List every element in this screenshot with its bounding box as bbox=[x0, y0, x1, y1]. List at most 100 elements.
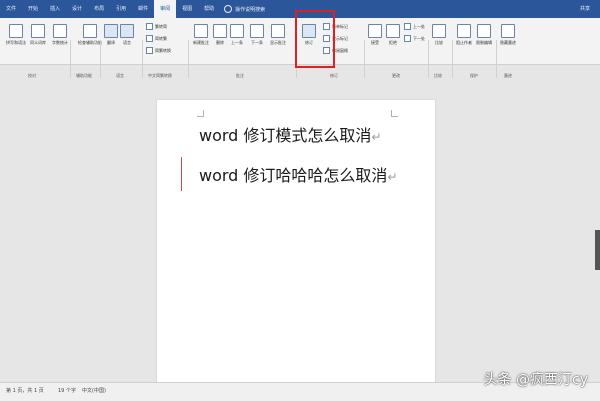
word-count[interactable]: 19 个字 bbox=[58, 387, 76, 394]
restrict-editing-button[interactable]: 限制编辑 bbox=[476, 24, 492, 45]
tell-me-label: 操作说明搜索 bbox=[235, 6, 266, 13]
next-change-icon bbox=[404, 35, 411, 42]
document-line-text: word 修订哈哈哈怎么取消 bbox=[199, 166, 388, 185]
tab-insert[interactable]: 插入 bbox=[44, 0, 66, 18]
compare-label: 比较 bbox=[435, 40, 443, 45]
block-authors-label: 阻止作者 bbox=[456, 40, 472, 45]
divider bbox=[142, 40, 143, 78]
language-button[interactable]: 语言 bbox=[120, 24, 134, 45]
group-compare: 比较 bbox=[434, 73, 442, 78]
reject-button[interactable]: 拒绝 bbox=[386, 24, 400, 45]
thesaurus-button[interactable]: 同义词库 bbox=[30, 24, 46, 45]
word-count-icon bbox=[53, 24, 67, 38]
trad-to-simp-button[interactable]: 简转繁 bbox=[146, 35, 167, 42]
reject-icon bbox=[386, 24, 400, 38]
previous-change-icon bbox=[404, 23, 411, 30]
new-comment-label: 新建批注 bbox=[193, 40, 209, 45]
paragraph-mark: ↵ bbox=[371, 130, 382, 144]
next-icon bbox=[250, 24, 264, 38]
tab-help[interactable]: 帮助 bbox=[198, 0, 220, 18]
next-change-button[interactable]: 下一处 bbox=[404, 35, 425, 42]
share-button[interactable]: 共享 bbox=[580, 0, 590, 18]
document-page[interactable]: word 修订模式怎么取消↵ word 修订哈哈哈怎么取消↵ bbox=[157, 100, 435, 390]
group-chinese-conversion: 中文简繁转换 bbox=[148, 73, 172, 78]
tab-review[interactable]: 审阅 bbox=[154, 0, 177, 18]
group-accessibility: 辅助功能 bbox=[76, 73, 92, 78]
document-line: word 修订模式怎么取消↵ bbox=[199, 122, 381, 146]
translate-icon bbox=[104, 24, 118, 38]
group-ink: 墨迹 bbox=[504, 73, 512, 78]
conversion-label: 简繁转换 bbox=[155, 47, 171, 53]
next-label: 下一条 bbox=[251, 40, 263, 45]
ribbon-tabs: 文件 开始 插入 设计 布局 引用 邮件 审阅 视图 帮助 操作说明搜索 bbox=[0, 0, 265, 18]
tab-layout[interactable]: 布局 bbox=[88, 0, 110, 18]
simp-to-trad-button[interactable]: 繁转简 bbox=[146, 23, 167, 30]
spelling-button[interactable]: 拼写和语法 bbox=[6, 24, 26, 45]
previous-icon bbox=[230, 24, 244, 38]
paragraph-mark: ↵ bbox=[387, 170, 398, 184]
hide-ink-label: 隐藏墨迹 bbox=[500, 40, 516, 45]
tab-mailings[interactable]: 邮件 bbox=[132, 0, 154, 18]
check-accessibility-button[interactable]: 检查辅助功能 bbox=[78, 24, 102, 45]
lightbulb-icon bbox=[224, 5, 233, 13]
compare-button[interactable]: 比较 bbox=[432, 24, 446, 45]
conversion-icon bbox=[146, 35, 153, 42]
divider bbox=[452, 40, 453, 78]
new-comment-button[interactable]: 新建批注 bbox=[193, 24, 209, 45]
conversion-button[interactable]: 简繁转换 bbox=[146, 47, 171, 54]
tab-home[interactable]: 开始 bbox=[22, 0, 44, 18]
delete-label: 删除 bbox=[216, 40, 224, 45]
scrollbar-thumb[interactable] bbox=[595, 230, 600, 270]
previous-change-button[interactable]: 上一处 bbox=[404, 23, 425, 30]
group-protect: 保护 bbox=[470, 73, 478, 78]
highlight-box bbox=[295, 10, 335, 68]
trad-to-simp-label: 简转繁 bbox=[155, 35, 167, 41]
language-status[interactable]: 中文(中国) bbox=[82, 387, 106, 394]
spelling-icon bbox=[9, 24, 23, 38]
reject-label: 拒绝 bbox=[389, 40, 397, 45]
tab-view[interactable]: 视图 bbox=[176, 0, 198, 18]
conversion-icon bbox=[146, 47, 153, 54]
tab-references[interactable]: 引用 bbox=[110, 0, 132, 18]
conversion-icon bbox=[146, 23, 153, 30]
block-authors-button[interactable]: 阻止作者 bbox=[456, 24, 472, 45]
next-change-label: 下一处 bbox=[413, 35, 425, 41]
hide-ink-button[interactable]: 隐藏墨迹 bbox=[500, 24, 516, 45]
accept-icon bbox=[368, 24, 382, 38]
group-proofing: 校对 bbox=[28, 73, 36, 78]
delete-icon bbox=[213, 24, 227, 38]
vertical-scrollbar[interactable] bbox=[594, 65, 600, 381]
previous-change-label: 上一处 bbox=[413, 23, 425, 29]
tab-file[interactable]: 文件 bbox=[0, 0, 22, 18]
accessibility-icon bbox=[83, 24, 97, 38]
group-comments: 批注 bbox=[236, 73, 244, 78]
divider bbox=[100, 40, 101, 78]
lock-icon bbox=[477, 24, 491, 38]
previous-label: 上一条 bbox=[231, 40, 243, 45]
language-icon bbox=[120, 24, 134, 38]
restrict-editing-label: 限制编辑 bbox=[476, 40, 492, 45]
check-accessibility-label: 检查辅助功能 bbox=[78, 40, 102, 45]
group-tracking: 修订 bbox=[330, 73, 338, 78]
previous-comment-button[interactable]: 上一条 bbox=[230, 24, 244, 45]
delete-comment-button[interactable]: 删除 bbox=[213, 24, 227, 45]
spelling-label: 拼写和语法 bbox=[6, 40, 26, 45]
next-comment-button[interactable]: 下一条 bbox=[250, 24, 264, 45]
translate-button[interactable]: 翻译 bbox=[104, 24, 118, 45]
thesaurus-label: 同义词库 bbox=[30, 40, 46, 45]
word-count-button[interactable]: 字数统计 bbox=[52, 24, 68, 45]
group-changes: 更改 bbox=[392, 73, 400, 78]
word-count-label: 字数统计 bbox=[52, 40, 68, 45]
tell-me-search[interactable]: 操作说明搜索 bbox=[224, 5, 265, 13]
accept-button[interactable]: 接受 bbox=[368, 24, 382, 45]
page-count[interactable]: 第 1 页，共 1 页 bbox=[6, 387, 44, 394]
document-line-text: word 修订模式怎么取消 bbox=[199, 126, 372, 145]
tab-design[interactable]: 设计 bbox=[66, 0, 88, 18]
language-label: 语言 bbox=[123, 40, 131, 45]
show-comments-button[interactable]: 显示批注 bbox=[270, 24, 286, 45]
watermark: 头条 @疯西汀cy bbox=[483, 372, 588, 388]
divider bbox=[428, 40, 429, 78]
document-line: word 修订哈哈哈怎么取消↵ bbox=[199, 162, 397, 186]
ink-icon bbox=[501, 24, 515, 38]
show-comments-label: 显示批注 bbox=[270, 40, 286, 45]
